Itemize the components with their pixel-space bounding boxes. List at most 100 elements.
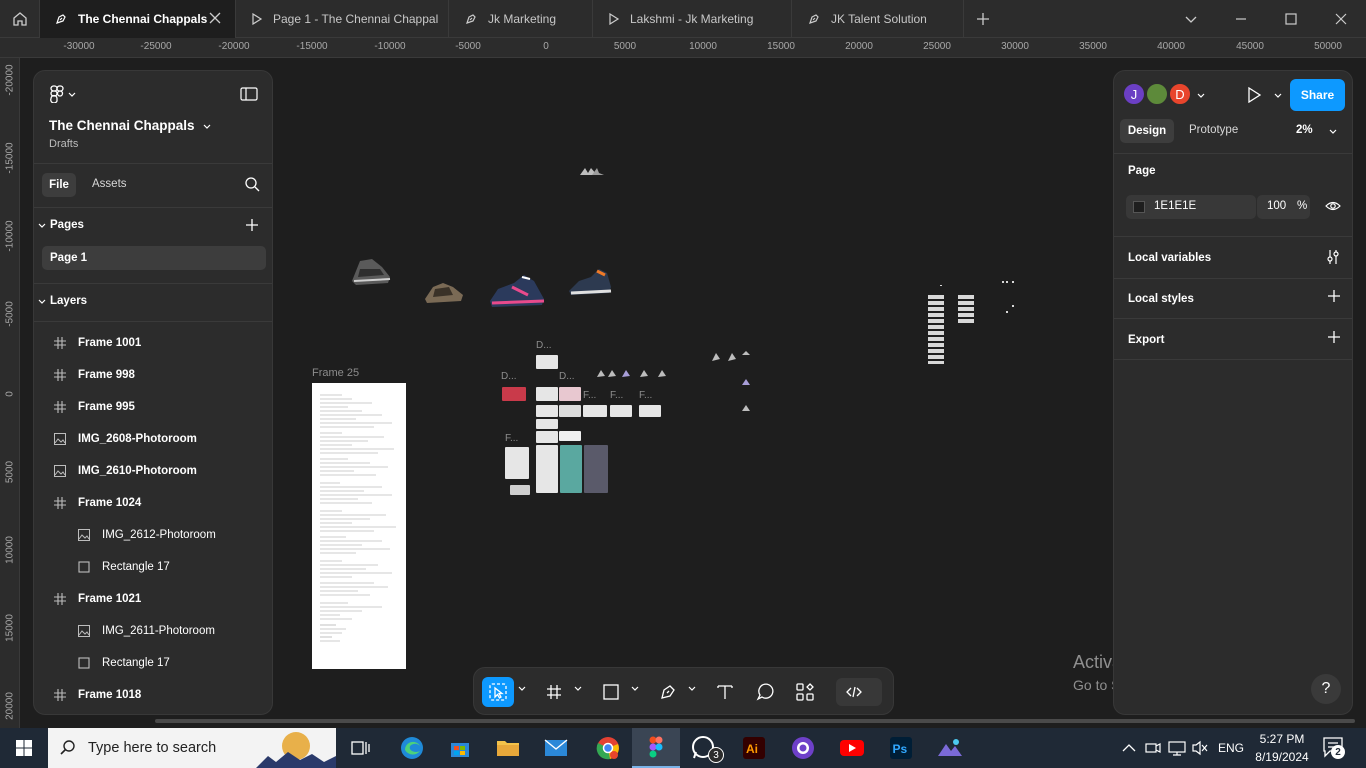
- layer-item[interactable]: Frame 998: [34, 359, 272, 391]
- design-thumbnail[interactable]: [536, 387, 558, 401]
- page-item-page-1[interactable]: Page 1: [42, 246, 266, 270]
- zoom-level[interactable]: 2%: [1296, 124, 1313, 136]
- share-button[interactable]: Share: [1290, 79, 1345, 111]
- design-thumbnail[interactable]: [610, 405, 632, 417]
- design-thumbnail[interactable]: [536, 431, 558, 443]
- new-tab-button[interactable]: [975, 11, 991, 32]
- layer-item[interactable]: Frame 1021: [34, 583, 272, 615]
- page-color-field[interactable]: 1E1E1E: [1126, 195, 1256, 219]
- frame-25[interactable]: [312, 383, 406, 669]
- volume-muted-icon[interactable]: [1192, 740, 1208, 756]
- tab-jk-talent-solution[interactable]: JK Talent Solution: [793, 0, 964, 38]
- pen-tool-button[interactable]: [652, 677, 684, 707]
- chevron-down-icon[interactable]: [518, 684, 526, 692]
- shoe-thumbnail[interactable]: [579, 165, 605, 177]
- github-desktop-app[interactable]: [779, 728, 827, 768]
- design-thumbnail[interactable]: [536, 419, 558, 429]
- tab-overflow-button[interactable]: [1166, 0, 1216, 38]
- task-view-button[interactable]: [336, 728, 384, 768]
- file-name-dropdown[interactable]: The Chennai Chappals: [49, 118, 211, 133]
- design-thumbnail[interactable]: [559, 405, 581, 417]
- tab-design[interactable]: Design: [1120, 119, 1174, 143]
- present-button[interactable]: [1247, 86, 1262, 108]
- text-tool-button[interactable]: [709, 677, 741, 707]
- mail-app[interactable]: [532, 728, 580, 768]
- layer-item[interactable]: Rectangle 17: [34, 647, 272, 679]
- toggle-sidebar-button[interactable]: [240, 87, 258, 106]
- tab-file[interactable]: File: [42, 173, 76, 197]
- design-thumbnail[interactable]: [536, 445, 558, 493]
- variables-icon[interactable]: [1326, 249, 1340, 268]
- start-button[interactable]: [0, 728, 48, 768]
- close-window-button[interactable]: [1316, 0, 1366, 38]
- design-thumbnail[interactable]: [502, 387, 526, 401]
- design-thumbnail[interactable]: [560, 445, 582, 493]
- local-styles-section[interactable]: Local styles: [1114, 278, 1352, 319]
- shoe-image-pink-sneaker[interactable]: [488, 271, 546, 309]
- layer-item[interactable]: Frame 1024: [34, 487, 272, 519]
- chevron-down-icon[interactable]: [1197, 91, 1205, 99]
- file-explorer-app[interactable]: [484, 728, 532, 768]
- design-thumbnail[interactable]: [583, 405, 607, 417]
- chevron-down-icon[interactable]: [574, 684, 582, 692]
- frame-tool-button[interactable]: [538, 677, 570, 707]
- frame-grid-cluster[interactable]: [926, 281, 1026, 365]
- input-language[interactable]: ENG: [1218, 741, 1244, 755]
- comment-tool-button[interactable]: [749, 677, 781, 707]
- notification-center-button[interactable]: 2: [1322, 736, 1345, 763]
- photoshop-app[interactable]: Ps: [877, 728, 925, 768]
- move-tool-button[interactable]: [482, 677, 514, 707]
- chevron-up-icon[interactable]: [1122, 742, 1136, 754]
- page-opacity-field[interactable]: 100 %: [1257, 195, 1310, 219]
- actions-tool-button[interactable]: [789, 677, 821, 707]
- frame-label-f[interactable]: F...: [639, 390, 652, 401]
- opacity-value[interactable]: 100: [1267, 200, 1286, 212]
- chevron-down-icon[interactable]: [1329, 127, 1337, 135]
- meet-now-icon[interactable]: [1145, 740, 1161, 756]
- network-icon[interactable]: [1168, 740, 1186, 756]
- color-hex[interactable]: 1E1E1E: [1154, 200, 1196, 212]
- youtube-app[interactable]: [828, 728, 876, 768]
- frame-25-label[interactable]: Frame 25: [312, 367, 359, 379]
- export-section[interactable]: Export: [1114, 319, 1352, 360]
- main-menu-button[interactable]: [50, 85, 76, 103]
- color-swatch[interactable]: [1133, 201, 1145, 213]
- shoe-row-thumbnail[interactable]: [596, 367, 674, 379]
- layers-section-header[interactable]: Layers: [38, 295, 87, 307]
- frame-label-f[interactable]: F...: [505, 433, 518, 444]
- frame-label-d[interactable]: D...: [536, 340, 552, 351]
- shape-tool-button[interactable]: [595, 677, 627, 707]
- taskbar-search-box[interactable]: Type here to search: [48, 728, 336, 768]
- layer-item[interactable]: IMG_2610-Photoroom: [34, 455, 272, 487]
- local-variables-section[interactable]: Local variables: [1114, 237, 1352, 278]
- store-app[interactable]: [436, 728, 484, 768]
- horizontal-scrollbar[interactable]: [155, 719, 1355, 723]
- close-tab-icon[interactable]: [209, 12, 221, 27]
- shoe-image-orange-sneaker[interactable]: [567, 265, 613, 299]
- chevron-down-icon[interactable]: [688, 684, 696, 692]
- layer-item[interactable]: IMG_2608-Photoroom: [34, 423, 272, 455]
- plus-icon[interactable]: [1328, 331, 1340, 346]
- tab-assets[interactable]: Assets: [92, 178, 127, 190]
- design-thumbnail[interactable]: [559, 431, 581, 441]
- frame-label-d[interactable]: D...: [501, 371, 517, 382]
- maximize-button[interactable]: [1266, 0, 1316, 38]
- frame-label-f[interactable]: F...: [610, 390, 623, 401]
- dev-mode-toggle[interactable]: [836, 678, 882, 706]
- avatar[interactable]: D: [1168, 82, 1192, 106]
- layer-item[interactable]: Rectangle 17: [34, 551, 272, 583]
- layer-item[interactable]: Frame 1018: [34, 679, 272, 711]
- shoe-image-sandal[interactable]: [350, 255, 392, 289]
- pages-section-header[interactable]: Pages: [38, 219, 84, 231]
- design-thumbnail[interactable]: [536, 355, 558, 369]
- illustrator-app[interactable]: Ai: [730, 728, 778, 768]
- design-thumbnail[interactable]: [536, 405, 558, 417]
- frame-label-f[interactable]: F...: [583, 390, 596, 401]
- add-page-button[interactable]: [246, 218, 258, 236]
- tab-prototype[interactable]: Prototype: [1189, 124, 1238, 136]
- clock-time[interactable]: 5:27 PM: [1254, 732, 1310, 746]
- layer-item[interactable]: Frame 995: [34, 391, 272, 423]
- shoe-scatter[interactable]: [738, 377, 754, 413]
- edge-app[interactable]: [388, 728, 436, 768]
- layer-item[interactable]: IMG_2611-Photoroom: [34, 615, 272, 647]
